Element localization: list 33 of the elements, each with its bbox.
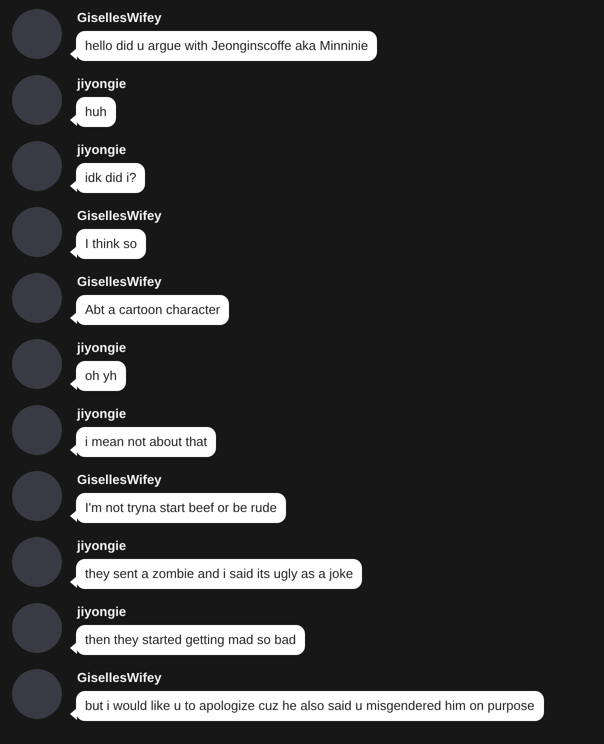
avatar-photo-placeholder bbox=[12, 75, 62, 125]
avatar-photo-placeholder bbox=[12, 339, 62, 389]
sender-name: jiyongie bbox=[76, 75, 126, 93]
message-bubble: then they started getting mad so bad bbox=[70, 625, 306, 655]
sender-name: GisellesWifey bbox=[76, 9, 162, 27]
message-bubble: they sent a zombie and i said its ugly as a joke bbox=[70, 559, 362, 589]
sender-name: GisellesWifey bbox=[76, 207, 162, 225]
avatar-photo-placeholder bbox=[12, 405, 62, 455]
avatar-photo-placeholder bbox=[12, 537, 62, 587]
message-bubble: I'm not tryna start beef or be rude bbox=[70, 493, 286, 523]
avatar-photo-placeholder bbox=[12, 471, 62, 521]
avatar-photo-placeholder bbox=[12, 207, 62, 257]
sender-name: jiyongie bbox=[76, 603, 126, 621]
message-bubble: but i would like u to apologize cuz he also said u misgendered him on purpose bbox=[70, 691, 544, 721]
sender-name: jiyongie bbox=[76, 141, 126, 159]
sender-name: GisellesWifey bbox=[76, 471, 162, 489]
sender-name: jiyongie bbox=[76, 339, 126, 357]
sender-name: jiyongie bbox=[76, 405, 126, 423]
message-bubble: idk did i? bbox=[70, 163, 146, 193]
avatar-photo-placeholder bbox=[12, 273, 62, 323]
message-bubble: huh bbox=[70, 97, 116, 127]
message-bubble: I think so bbox=[70, 229, 146, 259]
message-bubble: i mean not about that bbox=[70, 427, 216, 457]
sender-name: GisellesWifey bbox=[76, 273, 162, 291]
avatar-photo-placeholder bbox=[12, 9, 62, 59]
sender-name: jiyongie bbox=[76, 537, 126, 555]
avatar-photo-placeholder bbox=[12, 141, 62, 191]
avatar-photo-placeholder bbox=[12, 669, 62, 719]
message-bubble: hello did u argue with Jeonginscoffe aka Minninie bbox=[70, 31, 378, 61]
message-bubble: oh yh bbox=[70, 361, 126, 391]
sender-name: GisellesWifey bbox=[76, 669, 162, 687]
avatar-photo-placeholder bbox=[12, 603, 62, 653]
message-bubble: Abt a cartoon character bbox=[70, 295, 230, 325]
